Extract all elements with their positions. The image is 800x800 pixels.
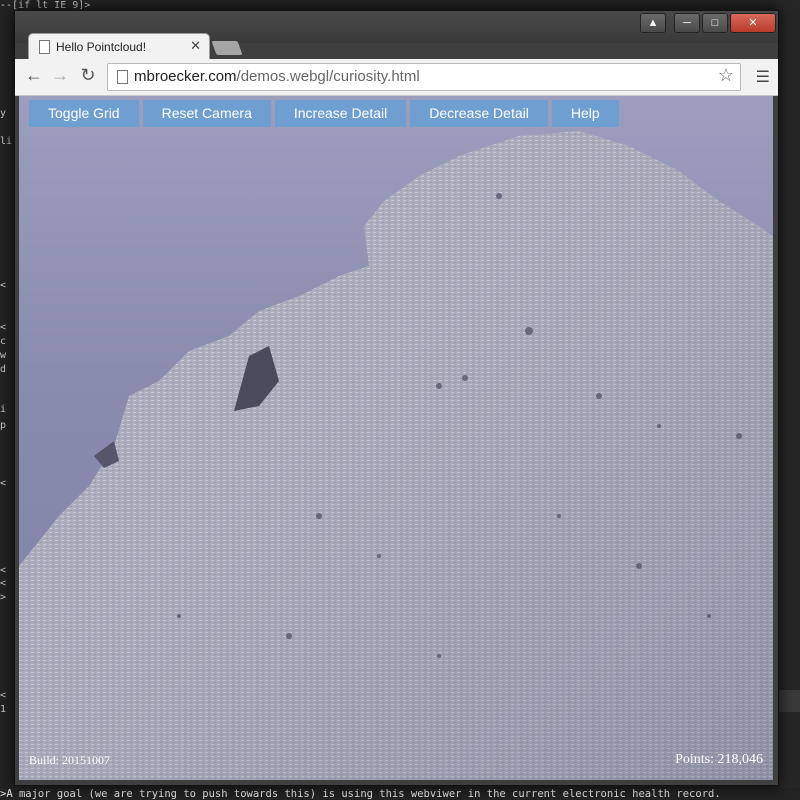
editor-code-line: li	[0, 136, 13, 147]
build-label: Build: 20151007	[29, 753, 111, 767]
editor-code-line: y	[0, 108, 7, 119]
browser-window: ▲ ─ □ ✕ Hello Pointcloud! ✕ ← → ↻ mbroec…	[14, 10, 779, 786]
viewer-controls: Toggle Grid Reset Camera Increase Detail…	[29, 100, 619, 127]
page-icon	[117, 70, 128, 84]
editor-code-line: <	[0, 478, 7, 489]
editor-code-line: >	[0, 592, 7, 603]
page-favicon-icon	[39, 40, 50, 54]
back-arrow-icon[interactable]: ←	[23, 65, 45, 86]
browser-toolbar: ← → ↻ mbroecker.com/demos.webgl/curiosit…	[15, 59, 778, 96]
window-controls: ▲ ─ □ ✕	[640, 13, 778, 35]
editor-code-line: i	[0, 404, 7, 415]
menu-hamburger-icon[interactable]: ☰	[756, 67, 770, 87]
reset-camera-button[interactable]: Reset Camera	[142, 100, 271, 127]
editor-code-line: d	[0, 364, 7, 375]
tab-title: Hello Pointcloud!	[56, 40, 147, 54]
increase-detail-button[interactable]: Increase Detail	[274, 100, 407, 127]
tab-close-icon[interactable]: ✕	[190, 38, 201, 54]
profile-icon[interactable]: ▲	[640, 13, 666, 33]
help-button[interactable]: Help	[551, 100, 619, 127]
editor-code-line: 1	[0, 704, 7, 715]
reload-icon[interactable]: ↻	[77, 65, 99, 86]
url-text[interactable]: mbroecker.com/demos.webgl/curiosity.html	[134, 68, 420, 85]
decrease-detail-button[interactable]: Decrease Detail	[410, 100, 548, 127]
address-bar[interactable]: mbroecker.com/demos.webgl/curiosity.html…	[107, 63, 741, 91]
editor-code-line: w	[0, 350, 7, 361]
editor-code-line: <	[0, 690, 7, 701]
editor-bottom-line: >A major goal (we are trying to push tow…	[0, 788, 721, 800]
toggle-grid-button[interactable]: Toggle Grid	[29, 100, 139, 127]
new-tab-button[interactable]	[211, 41, 243, 55]
editor-code-line: c	[0, 336, 7, 347]
browser-tab[interactable]: Hello Pointcloud! ✕	[28, 33, 210, 60]
points-count: Points: 218,046	[675, 752, 763, 767]
maximize-button[interactable]: □	[702, 13, 728, 33]
forward-arrow-icon[interactable]: →	[49, 65, 71, 86]
minimize-button[interactable]: ─	[674, 13, 700, 33]
editor-right-pane	[776, 0, 800, 788]
editor-code-line: p	[0, 420, 7, 431]
pointcloud-render	[19, 131, 773, 780]
bookmark-star-icon[interactable]: ☆	[718, 65, 734, 86]
url-host: mbroecker.com	[134, 68, 237, 85]
editor-code-line: <	[0, 322, 7, 333]
close-window-button[interactable]: ✕	[730, 13, 776, 33]
url-path: /demos.webgl/curiosity.html	[236, 68, 420, 85]
webgl-pointcloud-viewport[interactable]: Toggle Grid Reset Camera Increase Detail…	[19, 96, 773, 780]
editor-code-line: <	[0, 565, 7, 576]
editor-code-line: <	[0, 280, 7, 291]
editor-code-line: <	[0, 578, 7, 589]
